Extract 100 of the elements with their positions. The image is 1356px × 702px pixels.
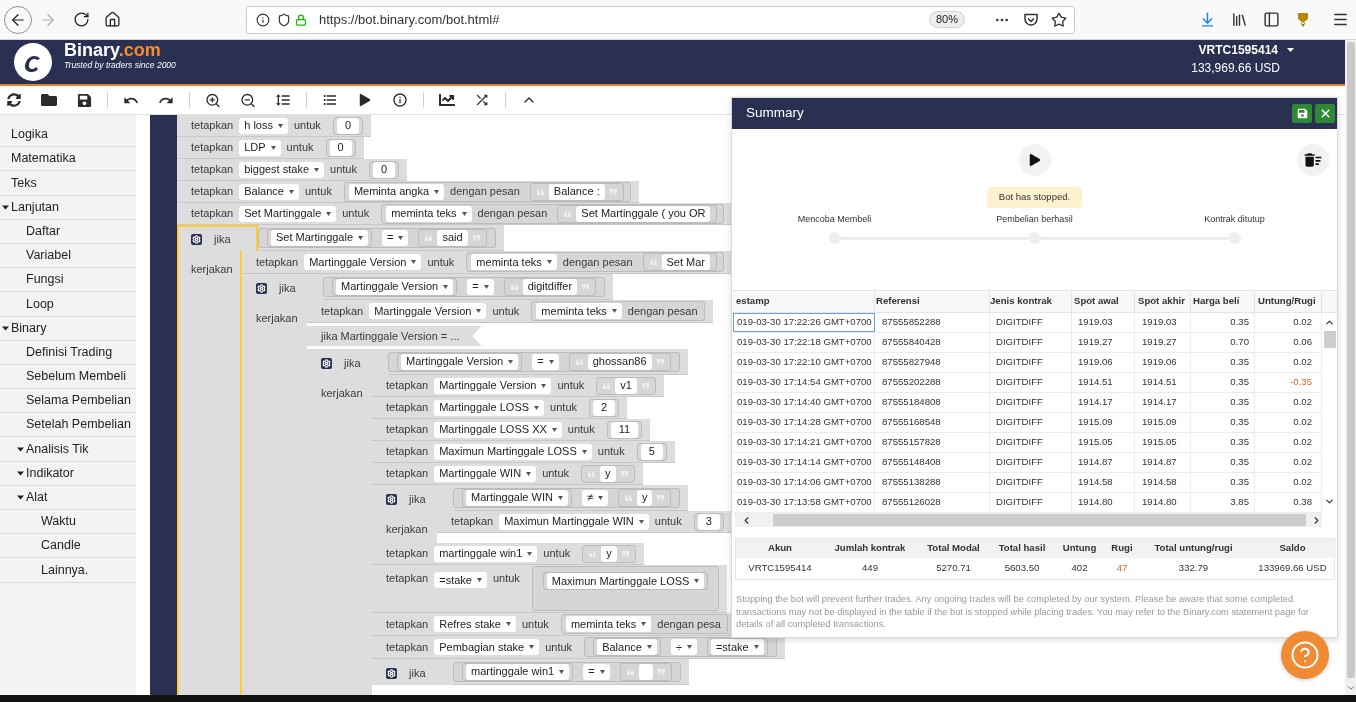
dropdown-field[interactable]: Martinggale WIN	[434, 465, 537, 482]
dropdown-field[interactable]: Pembagian stake	[434, 639, 540, 655]
account-button[interactable]: VRTC1595414	[1198, 42, 1294, 58]
gear-icon[interactable]	[191, 233, 202, 245]
home-icon[interactable]	[104, 11, 121, 28]
text-field[interactable]: Balance :	[548, 183, 605, 200]
play-button[interactable]	[1018, 144, 1051, 176]
menu-icon[interactable]	[1332, 11, 1349, 28]
dropdown-field[interactable]: Martinggale Version	[369, 303, 487, 319]
dropdown-field[interactable]: meminta teks	[471, 254, 557, 270]
dropdown-field[interactable]: Maximun Martinggale LOSS	[546, 573, 705, 589]
scrollbar-thumb[interactable]	[1346, 42, 1355, 678]
number-field[interactable]: 11	[610, 421, 639, 438]
zoom-in-icon[interactable]	[205, 91, 221, 109]
table-cell: VRTC1595414	[748, 561, 812, 576]
text-field[interactable]: Set Mar	[661, 254, 711, 270]
dropdown-field[interactable]: ÷	[670, 639, 697, 655]
caret-icon	[288, 189, 294, 194]
dropdown-field[interactable]: martinggale win1	[434, 545, 538, 562]
zoom-out-icon[interactable]	[240, 91, 256, 109]
dropdown-field[interactable]: Martinggale Version	[401, 353, 519, 370]
library-icon[interactable]	[1231, 11, 1248, 28]
dropdown-field[interactable]: Maximun Martinggale LOSS	[434, 443, 592, 460]
zoom-level-button[interactable]: 80%	[928, 11, 965, 28]
download-icon[interactable]	[1199, 11, 1216, 28]
info-icon[interactable]	[392, 91, 408, 109]
dropdown-field[interactable]: =stake	[434, 572, 487, 588]
star-icon[interactable]	[1051, 11, 1067, 28]
table-scrollbar[interactable]	[1322, 313, 1337, 513]
dropdown-field[interactable]: =	[532, 353, 559, 370]
text-field[interactable]: digitdiffer	[522, 278, 578, 295]
dropdown-field[interactable]: Martinggale WIN	[466, 489, 568, 506]
chevron-down-icon[interactable]	[1324, 496, 1335, 507]
line-chart-icon[interactable]	[439, 92, 455, 108]
address-bar[interactable]: https://bot.binary.com/bot.html# 80%	[246, 5, 1075, 34]
number-field[interactable]: 0	[329, 139, 352, 156]
gear-icon[interactable]	[256, 282, 267, 294]
chevron-shield-icon[interactable]	[1023, 11, 1039, 28]
dropdown-field[interactable]: meminta teks	[565, 616, 652, 632]
dropdown-field[interactable]: =	[467, 278, 494, 295]
text-field[interactable]: ghossan86	[587, 353, 652, 370]
dropdown-field[interactable]: martinggale win1	[466, 663, 570, 680]
sidebar-icon[interactable]	[1263, 11, 1280, 28]
dropdown-field[interactable]: Set Martinggale	[271, 229, 369, 246]
scrollbar[interactable]	[1345, 40, 1356, 695]
play-icon[interactable]	[359, 94, 371, 106]
scrollbar-thumb[interactable]	[1323, 331, 1336, 348]
number-field[interactable]: 0	[372, 161, 396, 178]
number-field[interactable]: 3	[697, 513, 720, 530]
column-header: Spot awal	[1074, 294, 1119, 309]
horizontal-scrollbar[interactable]	[735, 513, 1322, 527]
text-field[interactable]: y	[600, 465, 616, 482]
dropdown-field[interactable]: =stake	[710, 639, 764, 655]
table-cell: 0.35	[1191, 473, 1255, 492]
close-button[interactable]	[1315, 104, 1335, 123]
number-field[interactable]: 0	[336, 117, 359, 134]
save-button[interactable]	[1292, 104, 1312, 123]
brand-name[interactable]: Binary.com	[64, 41, 176, 60]
dropdown-field[interactable]: Meminta angka	[348, 183, 445, 200]
dropdown-field[interactable]: ≠	[581, 489, 608, 506]
gear-icon[interactable]	[386, 667, 397, 679]
reload-icon[interactable]	[73, 11, 90, 28]
number-field[interactable]: 5	[640, 443, 663, 460]
gear-icon[interactable]	[321, 357, 332, 369]
badge-icon[interactable]	[1295, 11, 1311, 28]
dropdown-field[interactable]: Maximun Martinggale WIN	[499, 513, 649, 530]
clear-button[interactable]	[1297, 144, 1329, 176]
dropdown-field[interactable]: Martinggale LOSS	[434, 399, 545, 416]
save-icon[interactable]	[76, 92, 92, 108]
shield-icon[interactable]	[277, 12, 291, 27]
dropdown-field[interactable]: biggest stake	[239, 161, 325, 178]
text-field[interactable]	[638, 663, 653, 680]
dropdown-field[interactable]: Refres stake	[434, 616, 516, 632]
lock-icon[interactable]	[295, 13, 307, 26]
dropdown-field[interactable]: meminta teks	[536, 303, 622, 319]
dropdown-field[interactable]: h loss	[239, 117, 288, 134]
refresh-icon[interactable]	[7, 93, 21, 107]
dropdown-field[interactable]: Martinggale LOSS XX	[434, 421, 562, 438]
text-field[interactable]: Set Martinggale ( you OR	[576, 205, 711, 222]
scrollbar-thumb[interactable]	[773, 514, 1306, 526]
dropdown-field[interactable]: =	[382, 229, 409, 246]
number-field[interactable]: 2	[593, 399, 616, 416]
dropdown-field[interactable]: Balance	[239, 183, 299, 200]
text-field[interactable]: y	[636, 489, 653, 506]
dropdown-field[interactable]: meminta teks	[386, 205, 472, 222]
text-field[interactable]: said	[437, 229, 468, 246]
dropdown-field[interactable]: Set Martinggale	[239, 205, 337, 222]
dropdown-field[interactable]: Martinggale Version	[304, 254, 422, 270]
dropdown-field[interactable]: =	[583, 663, 610, 680]
folder-icon[interactable]	[41, 92, 57, 108]
column-header: Untung	[1062, 541, 1097, 556]
text-field[interactable]: v1	[615, 377, 637, 394]
gear-icon[interactable]	[386, 493, 397, 505]
dropdown-field[interactable]: Martinggale Version	[434, 377, 552, 394]
info-icon[interactable]	[256, 12, 270, 27]
text-field[interactable]: y	[601, 545, 617, 562]
dropdown-field[interactable]: LDP	[239, 139, 281, 156]
dropdown-field[interactable]: Balance	[597, 639, 657, 655]
logo-icon[interactable]	[14, 43, 52, 81]
dropdown-field[interactable]: Martinggale Version	[336, 278, 454, 295]
